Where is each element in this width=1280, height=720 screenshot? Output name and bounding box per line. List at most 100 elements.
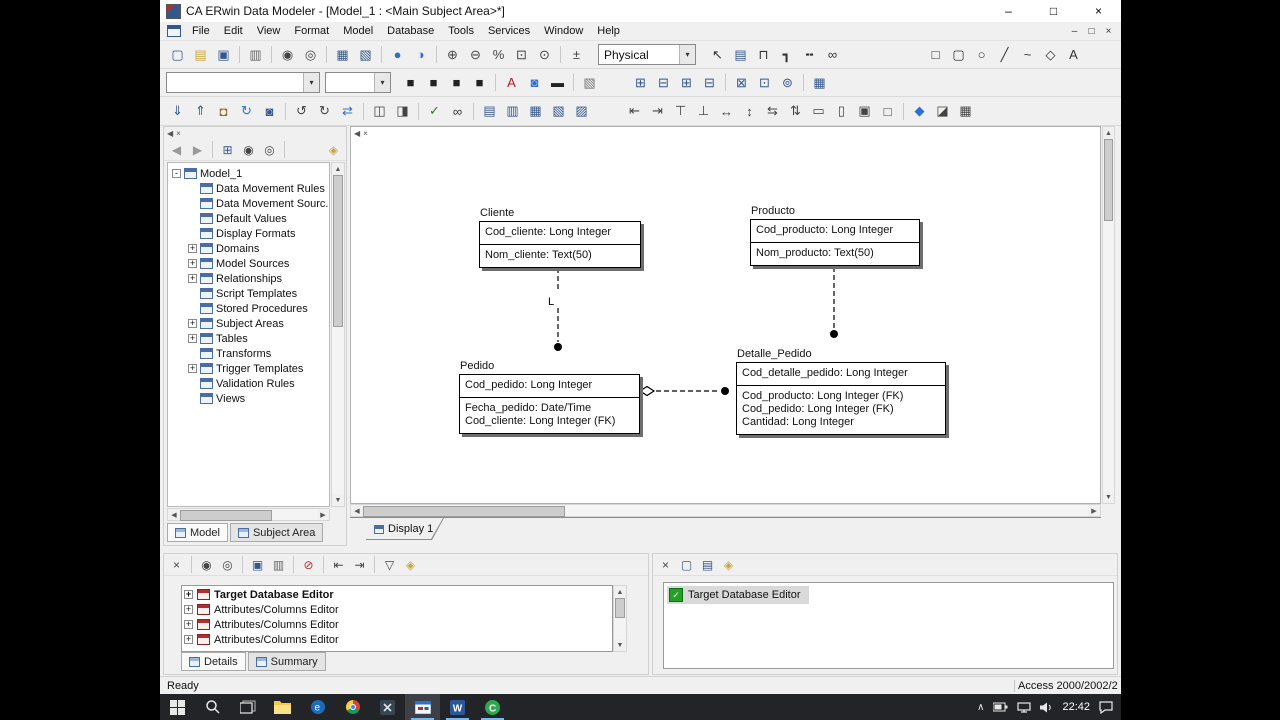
notification-center-icon[interactable]: [1099, 700, 1113, 714]
many-to-many-tool-icon[interactable]: ∞: [822, 45, 843, 65]
category-tool-icon[interactable]: ⊓: [753, 45, 774, 65]
search-button[interactable]: [195, 694, 230, 720]
tree-item-model-sources[interactable]: + Model Sources: [168, 256, 329, 271]
model-compare-icon[interactable]: ◨: [392, 101, 413, 121]
center-vertical-icon[interactable]: ↕: [739, 101, 760, 121]
find-icon[interactable]: ◉: [239, 141, 258, 159]
find-next-icon[interactable]: ◎: [218, 556, 237, 574]
menu-view[interactable]: View: [250, 23, 288, 39]
zoom-fit-icon[interactable]: ⊡: [511, 45, 532, 65]
bold-icon[interactable]: ■: [400, 73, 421, 93]
tree-item-validation-rules[interactable]: Validation Rules: [168, 376, 329, 391]
scroll-thumb[interactable]: [363, 506, 565, 517]
line-tool-icon[interactable]: ╱: [994, 45, 1015, 65]
mdi-close-button[interactable]: ×: [1100, 24, 1117, 38]
zoom-percent-icon[interactable]: %: [488, 45, 509, 65]
index-editor-icon[interactable]: ⊠: [731, 73, 752, 93]
combo-dropdown-icon[interactable]: ▾: [374, 73, 390, 92]
align-left-icon[interactable]: ⇤: [624, 101, 645, 121]
relationship-pedido-detalle[interactable]: [638, 385, 729, 397]
distribute-horizontal-icon[interactable]: ⇆: [762, 101, 783, 121]
tab-details[interactable]: Details: [181, 652, 246, 671]
back-icon[interactable]: ◀: [167, 141, 186, 159]
properties-icon[interactable]: ◈: [401, 556, 420, 574]
tree-item-trigger-templates[interactable]: + Trigger Templates: [168, 361, 329, 376]
mart-open-icon[interactable]: ⇓: [167, 101, 188, 121]
log-expander-icon[interactable]: +: [184, 590, 193, 599]
menu-model[interactable]: Model: [336, 23, 380, 39]
relationship-producto-detalle[interactable]: [830, 267, 838, 338]
tab-summary[interactable]: Summary: [247, 652, 326, 671]
scroll-right-icon[interactable]: ▶: [1088, 505, 1100, 516]
relationship-label[interactable]: L: [548, 296, 554, 308]
tree-item-script-templates[interactable]: Script Templates: [168, 286, 329, 301]
model-merge-icon[interactable]: ◫: [369, 101, 390, 121]
battery-icon[interactable]: [993, 702, 1008, 712]
ellipse-tool-icon[interactable]: ○: [971, 45, 992, 65]
font-name-combo[interactable]: ▾: [166, 72, 320, 93]
tree-item-model-1[interactable]: - Model_1: [168, 166, 329, 181]
close-panel-icon[interactable]: ×: [176, 129, 181, 138]
taskbar-app-word[interactable]: W: [440, 694, 475, 720]
scroll-thumb[interactable]: [333, 175, 343, 327]
log-vertical-scrollbar[interactable]: ▲ ▼: [613, 585, 627, 652]
add-table-icon[interactable]: ⊞: [630, 73, 651, 93]
ungroup-icon[interactable]: □: [877, 101, 898, 121]
mart-refresh-icon[interactable]: ↻: [236, 101, 257, 121]
scroll-up-icon[interactable]: ▲: [332, 163, 344, 175]
mart-admin-icon[interactable]: ◙: [259, 101, 280, 121]
entity-tool-icon[interactable]: ▤: [730, 45, 751, 65]
tree-expander-icon[interactable]: +: [188, 319, 197, 328]
same-height-icon[interactable]: ▯: [831, 101, 852, 121]
refresh-icon[interactable]: ⇄: [337, 101, 358, 121]
italic-icon[interactable]: ■: [423, 73, 444, 93]
mart-save-icon[interactable]: ⇑: [190, 101, 211, 121]
editor-item-target-database-editor[interactable]: Target Database Editor: [667, 586, 809, 604]
align-top-icon[interactable]: ⊤: [670, 101, 691, 121]
taskbar-app-edge[interactable]: e: [300, 694, 335, 720]
grid-icon[interactable]: ▦: [955, 101, 976, 121]
taskbar-app-camtasia[interactable]: C: [475, 694, 510, 720]
tree-expander-icon[interactable]: +: [188, 259, 197, 268]
entity-producto[interactable]: Producto Cod_producto: Long Integer Nom_p…: [750, 204, 920, 266]
scroll-up-icon[interactable]: ▲: [614, 586, 626, 598]
mart-lock-icon[interactable]: ◘: [213, 101, 234, 121]
query-tool-icon[interactable]: ▧: [355, 45, 376, 65]
layer-icon[interactable]: ◪: [932, 101, 953, 121]
scroll-left-icon[interactable]: ◀: [351, 505, 363, 516]
log-item-attributes-columns-editor[interactable]: + Attributes/Columns Editor: [184, 632, 610, 647]
task-view-button[interactable]: [230, 694, 265, 720]
spell-check-icon[interactable]: ✓: [424, 101, 445, 121]
tree-horizontal-scrollbar[interactable]: ◀ ▶: [167, 508, 330, 521]
find-icon[interactable]: ◉: [277, 45, 298, 65]
layout-diamond-icon[interactable]: ◆: [909, 101, 930, 121]
scroll-thumb[interactable]: [1104, 139, 1113, 221]
scroll-down-icon[interactable]: ▼: [1103, 491, 1114, 503]
line-color-icon[interactable]: ▬: [547, 73, 568, 93]
scroll-thumb[interactable]: [615, 598, 625, 618]
display-icon-level-icon[interactable]: ▨: [571, 101, 592, 121]
open-model-icon[interactable]: ▤: [190, 45, 211, 65]
model-sync-icon[interactable]: ◑: [410, 45, 431, 65]
tab-subject-area[interactable]: Subject Area: [229, 523, 324, 542]
view-editor-icon[interactable]: ⊡: [754, 73, 775, 93]
tree-expander-icon[interactable]: +: [188, 274, 197, 283]
menu-edit[interactable]: Edit: [217, 23, 250, 39]
align-bottom-icon[interactable]: ⊥: [693, 101, 714, 121]
tree-item-stored-procedures[interactable]: Stored Procedures: [168, 301, 329, 316]
tree-expander-icon[interactable]: +: [188, 244, 197, 253]
log-item-attributes-columns-editor[interactable]: + Attributes/Columns Editor: [184, 602, 610, 617]
rounded-rectangle-tool-icon[interactable]: ▢: [948, 45, 969, 65]
same-width-icon[interactable]: ▭: [808, 101, 829, 121]
domain-editor-icon[interactable]: ▦: [809, 73, 830, 93]
redo-icon[interactable]: ↻: [314, 101, 335, 121]
scroll-down-icon[interactable]: ▼: [614, 639, 626, 651]
close-button[interactable]: ×: [1076, 0, 1121, 22]
taskbar-app-chrome[interactable]: [335, 694, 370, 720]
mdi-restore-button[interactable]: □: [1083, 24, 1100, 38]
close-panel-icon[interactable]: ×: [656, 556, 675, 574]
last-item-icon[interactable]: ⇥: [350, 556, 369, 574]
center-horizontal-icon[interactable]: ↔: [716, 101, 737, 121]
add-column-icon[interactable]: ⊞: [676, 73, 697, 93]
canvas-vertical-scrollbar[interactable]: ▲ ▼: [1102, 126, 1115, 504]
